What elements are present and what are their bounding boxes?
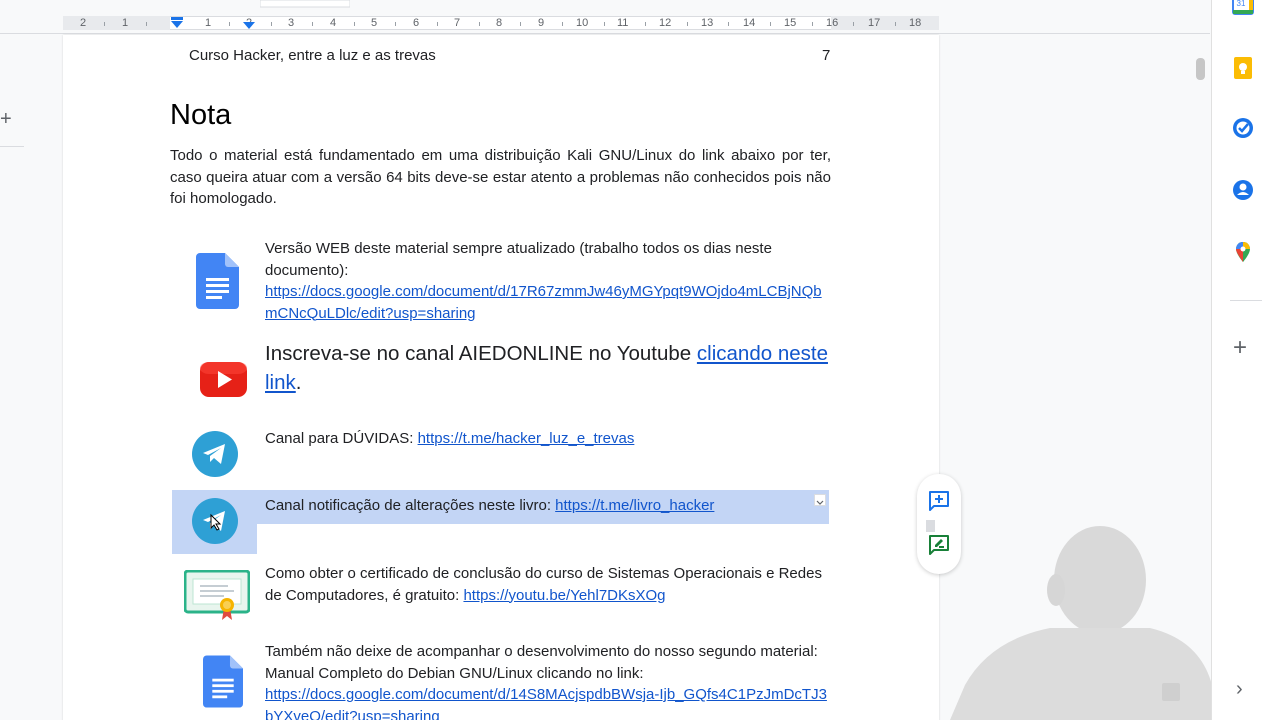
webcam-overlay	[950, 526, 1220, 720]
ruler-number: 12	[659, 17, 672, 29]
ruler-number: 16	[826, 17, 839, 29]
suggest-edit-icon[interactable]	[927, 533, 951, 557]
ruler-tick	[562, 22, 563, 26]
add-icon[interactable]: +	[1233, 336, 1247, 360]
certificate-video-link[interactable]: https://youtu.be/Yehl7DKsXOg	[463, 587, 665, 604]
row-text: Inscreva-se no canal AIEDONLINE no Youtu…	[265, 342, 697, 365]
page-number: 7	[822, 47, 831, 64]
row-text: Canal para DÚVIDAS:	[265, 430, 418, 447]
add-tab-icon[interactable]: +	[0, 108, 12, 131]
add-comment-icon[interactable]	[927, 489, 951, 513]
ruler-number: 18	[909, 17, 922, 29]
cursor-marker	[926, 520, 935, 532]
calendar-icon[interactable]: 31	[1231, 0, 1255, 16]
google-docs-icon	[196, 253, 239, 309]
intro-paragraph[interactable]: Todo o material está fundamentado em uma…	[170, 145, 831, 210]
document-page[interactable]: Curso Hacker, entre a luz e as trevas 7 …	[63, 35, 939, 720]
ruler-number: 1	[205, 17, 212, 29]
docs-web-version-text[interactable]: Versão WEB deste material sempre atualiz…	[265, 238, 831, 324]
vertical-scrollbar[interactable]	[1196, 58, 1205, 80]
maps-icon[interactable]	[1231, 240, 1255, 264]
tab-stop-handle[interactable]	[243, 22, 255, 29]
ruler-number: 14	[743, 17, 756, 29]
ruler-tick	[604, 22, 605, 26]
calendar-day: 31	[1237, 0, 1246, 8]
section-heading[interactable]: Nota	[170, 99, 231, 132]
youtube-subscribe-text[interactable]: Inscreva-se no canal AIEDONLINE no Youtu…	[265, 339, 831, 397]
horizontal-ruler[interactable]: 2 1 1 2 3 4 5 6 7 8 9 10 11 12 13 14 15 …	[0, 0, 1210, 34]
ruler-number: 3	[288, 17, 295, 29]
ruler-tick	[853, 22, 854, 26]
first-line-indent-handle[interactable]	[171, 17, 183, 20]
youtube-icon	[200, 362, 247, 397]
ruler-tick	[104, 22, 105, 26]
google-docs-icon	[203, 655, 243, 708]
questions-channel-text[interactable]: Canal para DÚVIDAS: https://t.me/hacker_…	[265, 428, 831, 450]
ruler-tick	[479, 22, 480, 26]
ruler-number: 17	[868, 17, 881, 29]
ruler-tick	[520, 22, 521, 26]
page-header-title[interactable]: Curso Hacker, entre a luz e as trevas	[189, 47, 436, 64]
ruler-tick	[437, 22, 438, 26]
ruler-number: 8	[496, 17, 503, 29]
keep-icon[interactable]	[1231, 56, 1255, 80]
ruler-number: 1	[122, 17, 129, 29]
debian-manual-text[interactable]: Também não deixe de acompanhar o desenvo…	[265, 641, 831, 720]
ruler-number: 7	[454, 17, 461, 29]
ruler-tick	[312, 22, 313, 26]
row-text: Também não deixe de acompanhar o desenvo…	[265, 643, 818, 682]
chevron-right-icon[interactable]: ›	[1236, 678, 1243, 701]
notifications-channel-text[interactable]: Canal notificação de alterações neste li…	[265, 495, 831, 517]
row-text: Canal notificação de alterações neste li…	[265, 497, 556, 514]
ruler-number: 4	[330, 17, 337, 29]
ruler-tick	[354, 22, 355, 26]
ruler-tick	[895, 22, 896, 26]
left-gutter	[0, 35, 63, 720]
telegram-icon	[192, 431, 238, 477]
ruler-number: 11	[617, 17, 629, 29]
left-indent-handle[interactable]	[171, 21, 183, 28]
ruler-number: 5	[371, 17, 378, 29]
certificate-icon	[184, 570, 250, 620]
ruler-tick	[770, 22, 771, 26]
ruler-tick	[812, 22, 813, 26]
ruler-tick	[687, 22, 688, 26]
tasks-icon[interactable]	[1231, 116, 1255, 140]
ruler-number: 15	[784, 17, 797, 29]
notifications-channel-link[interactable]: https://t.me/livro_hacker	[555, 497, 714, 514]
row-suffix: .	[295, 371, 302, 394]
side-panel-divider	[1230, 300, 1262, 301]
telegram-icon	[192, 498, 238, 544]
ruler-tick	[271, 22, 272, 26]
debian-manual-link[interactable]: https://docs.google.com/document/d/14S8M…	[265, 686, 827, 720]
ruler-tick	[146, 22, 147, 26]
ruler-right-margin	[831, 16, 939, 30]
ruler-number: 10	[576, 17, 589, 29]
row-text: Versão WEB deste material sempre atualiz…	[265, 240, 772, 279]
docs-web-version-link[interactable]: https://docs.google.com/document/d/17R67…	[265, 283, 822, 322]
ruler-tick	[395, 22, 396, 26]
ruler-tick	[229, 22, 230, 26]
gutter-divider	[0, 146, 24, 147]
side-panel: 31 + ›	[1211, 0, 1280, 720]
ruler-number: 13	[701, 17, 714, 29]
ruler-number: 9	[538, 17, 545, 29]
ruler-number: 2	[80, 17, 87, 29]
toolbar-fragment	[260, 0, 350, 8]
ruler-tick	[645, 22, 646, 26]
ruler-number: 6	[413, 17, 420, 29]
questions-channel-link[interactable]: https://t.me/hacker_luz_e_trevas	[418, 430, 635, 447]
certificate-text[interactable]: Como obter o certificado de conclusão do…	[265, 563, 831, 606]
contacts-icon[interactable]	[1231, 178, 1255, 202]
ruler-tick	[728, 22, 729, 26]
